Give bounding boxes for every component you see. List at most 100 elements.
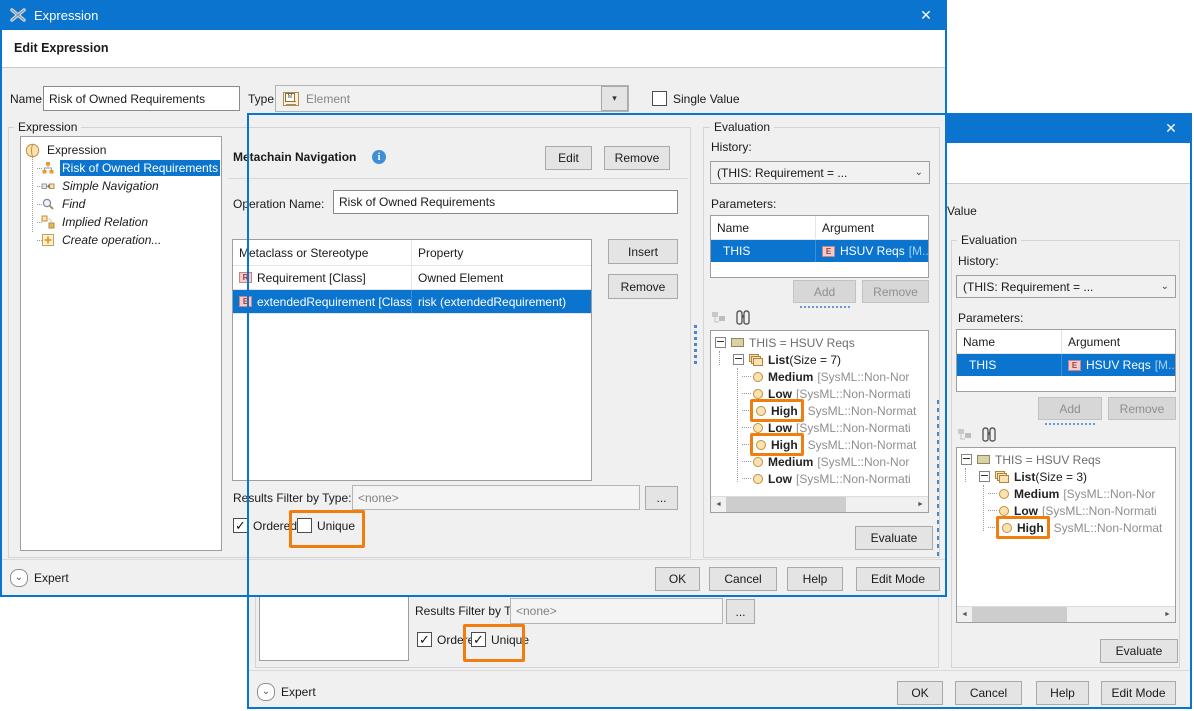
- insert-button[interactable]: Insert: [608, 239, 678, 264]
- unique-label: Unique: [317, 519, 355, 533]
- collapse-icon[interactable]: [715, 337, 726, 348]
- tree-item[interactable]: Medium [SysML::Non-Nor: [961, 485, 1175, 502]
- result-tree[interactable]: THIS = HSUV Reqs List (Size = 7) Medium …: [710, 330, 929, 513]
- edit-mode-button[interactable]: Edit Mode: [856, 567, 940, 591]
- collapse-icon[interactable]: [733, 354, 744, 365]
- back-help-button[interactable]: Help: [1036, 681, 1089, 705]
- literal-icon: [756, 440, 766, 450]
- back-unique-checkbox[interactable]: ✓: [471, 632, 486, 647]
- single-value-checkbox[interactable]: [652, 91, 667, 106]
- tree-item-highlighted[interactable]: High SysML::Non-Normat: [715, 402, 928, 419]
- operation-name-input[interactable]: Risk of Owned Requirements: [333, 190, 678, 214]
- tree-item-highlighted[interactable]: High SysML::Non-Normat: [715, 436, 928, 453]
- remove-row-button[interactable]: Remove: [608, 274, 678, 299]
- dropdown-arrow-button[interactable]: ▾: [601, 86, 628, 111]
- scroll-left-icon[interactable]: ◄: [711, 497, 726, 512]
- tree-item-metachain[interactable]: Risk of Owned Requirements: [25, 159, 221, 177]
- edit-button[interactable]: Edit: [545, 146, 592, 170]
- extended-requirement-icon: E: [239, 296, 252, 307]
- scrollbar-thumb[interactable]: [726, 497, 846, 512]
- tree-node-this[interactable]: THIS = HSUV Reqs: [961, 451, 1175, 468]
- back-history-dropdown[interactable]: (THIS: Requirement = ... ⌄: [956, 275, 1176, 298]
- table-row[interactable]: R Requirement [Class] Owned Element: [233, 266, 591, 290]
- tree-item[interactable]: Medium [SysML::Non-Nor: [715, 453, 928, 470]
- back-evaluate-button[interactable]: Evaluate: [1100, 639, 1178, 663]
- browse-button[interactable]: ...: [645, 486, 678, 510]
- requirement-icon: R: [239, 272, 252, 283]
- parameters-table[interactable]: Name Argument THIS E HSUV Reqs [M...: [710, 215, 929, 278]
- scroll-right-icon[interactable]: ►: [1160, 607, 1175, 622]
- back-browse-button[interactable]: ...: [726, 599, 755, 624]
- tree-item-find[interactable]: Find: [25, 195, 221, 213]
- help-button[interactable]: Help: [787, 567, 843, 591]
- close-icon[interactable]: ✕: [913, 3, 939, 27]
- type-dropdown[interactable]: Element ▾: [275, 85, 629, 112]
- back-parameters-table[interactable]: Name Argument THIS E HSUV Reqs [M...: [956, 329, 1176, 392]
- structure-icon[interactable]: [957, 427, 974, 443]
- tree-item[interactable]: Low [SysML::Non-Normati: [715, 385, 928, 402]
- name-label: Name:: [10, 92, 45, 106]
- implied-relation-icon: [41, 215, 55, 229]
- literal-icon: [753, 389, 763, 399]
- table-row[interactable]: THIS E HSUV Reqs [M...: [711, 240, 928, 262]
- tree-item-implied-relation[interactable]: Implied Relation: [25, 213, 221, 231]
- tree-node-list[interactable]: List (Size = 3): [961, 468, 1175, 485]
- splitter-handle[interactable]: [694, 325, 697, 367]
- history-label: History:: [711, 140, 752, 154]
- cancel-button[interactable]: Cancel: [709, 567, 777, 591]
- tree-node-this[interactable]: THIS = HSUV Reqs: [715, 334, 928, 351]
- back-result-tree[interactable]: THIS = HSUV Reqs List (Size = 3) Medium …: [956, 447, 1176, 623]
- back-edit-mode-button[interactable]: Edit Mode: [1101, 681, 1176, 705]
- results-filter-input[interactable]: <none>: [352, 485, 640, 510]
- ordered-checkbox[interactable]: ✓: [233, 518, 248, 533]
- ok-button[interactable]: OK: [655, 567, 700, 591]
- info-icon[interactable]: i: [372, 150, 386, 164]
- ordered-label: Ordered: [253, 519, 297, 533]
- expression-tree-panel[interactable]: Expression Risk of Owned Requirements: [20, 136, 222, 551]
- tree-item[interactable]: Low [SysML::Non-Normati: [961, 502, 1175, 519]
- list-icon: [995, 471, 1009, 483]
- horizontal-scrollbar[interactable]: ◄ ►: [711, 496, 928, 512]
- tree-item-simple-navigation[interactable]: Simple Navigation: [25, 177, 221, 195]
- expert-toggle[interactable]: ⌄ Expert: [10, 569, 69, 587]
- tree-item-highlighted[interactable]: High SysML::Non-Normat: [961, 519, 1175, 536]
- back-remove-param-button[interactable]: Remove: [1108, 397, 1176, 420]
- back-add-button[interactable]: Add: [1038, 397, 1102, 420]
- scroll-right-icon[interactable]: ►: [913, 497, 928, 512]
- parameters-label: Parameters:: [711, 197, 776, 211]
- structure-icon[interactable]: [711, 310, 728, 326]
- evaluate-button[interactable]: Evaluate: [855, 526, 933, 550]
- back-ordered-checkbox[interactable]: ✓: [417, 632, 432, 647]
- titlebar[interactable]: Expression ✕: [0, 0, 947, 30]
- tree-item[interactable]: Low [SysML::Non-Normati: [715, 470, 928, 487]
- chevron-down-icon: ⌄: [257, 683, 275, 701]
- add-button[interactable]: Add: [793, 280, 856, 303]
- back-results-filter-input[interactable]: <none>: [510, 598, 723, 624]
- unique-checkbox[interactable]: [297, 518, 312, 533]
- collapse-icon[interactable]: [961, 454, 972, 465]
- search-binoculars-icon[interactable]: [980, 426, 998, 443]
- tree-item-create-operation[interactable]: Create operation...: [25, 231, 221, 249]
- back-ok-button[interactable]: OK: [897, 681, 943, 705]
- tree-node-list[interactable]: List (Size = 7): [715, 351, 928, 368]
- collapse-icon[interactable]: [979, 471, 990, 482]
- back-cancel-button[interactable]: Cancel: [955, 681, 1022, 705]
- horizontal-scrollbar[interactable]: ◄ ►: [957, 606, 1175, 622]
- table-row-selected[interactable]: E extendedRequirement [Class] risk (exte…: [233, 290, 591, 314]
- back-expert-toggle[interactable]: ⌄ Expert: [257, 683, 316, 701]
- type-label: Type:: [248, 92, 277, 106]
- back-close-icon[interactable]: ✕: [1158, 116, 1184, 140]
- scrollbar-thumb[interactable]: [972, 607, 1067, 622]
- scroll-left-icon[interactable]: ◄: [957, 607, 972, 622]
- search-binoculars-icon[interactable]: [734, 309, 752, 326]
- name-input[interactable]: Risk of Owned Requirements: [43, 86, 240, 111]
- metachain-table[interactable]: Metaclass or Stereotype Property R Requi…: [232, 239, 592, 481]
- remove-param-button[interactable]: Remove: [862, 280, 929, 303]
- evaluation-group-label: Evaluation: [710, 120, 774, 134]
- remove-metachain-button[interactable]: Remove: [604, 146, 670, 170]
- tree-node-expression-root[interactable]: Expression: [25, 141, 221, 159]
- table-row[interactable]: THIS E HSUV Reqs [M...: [957, 354, 1175, 376]
- history-dropdown[interactable]: (THIS: Requirement = ... ⌄: [710, 161, 930, 184]
- tree-item[interactable]: Medium [SysML::Non-Nor: [715, 368, 928, 385]
- tree-item[interactable]: Low [SysML::Non-Normati: [715, 419, 928, 436]
